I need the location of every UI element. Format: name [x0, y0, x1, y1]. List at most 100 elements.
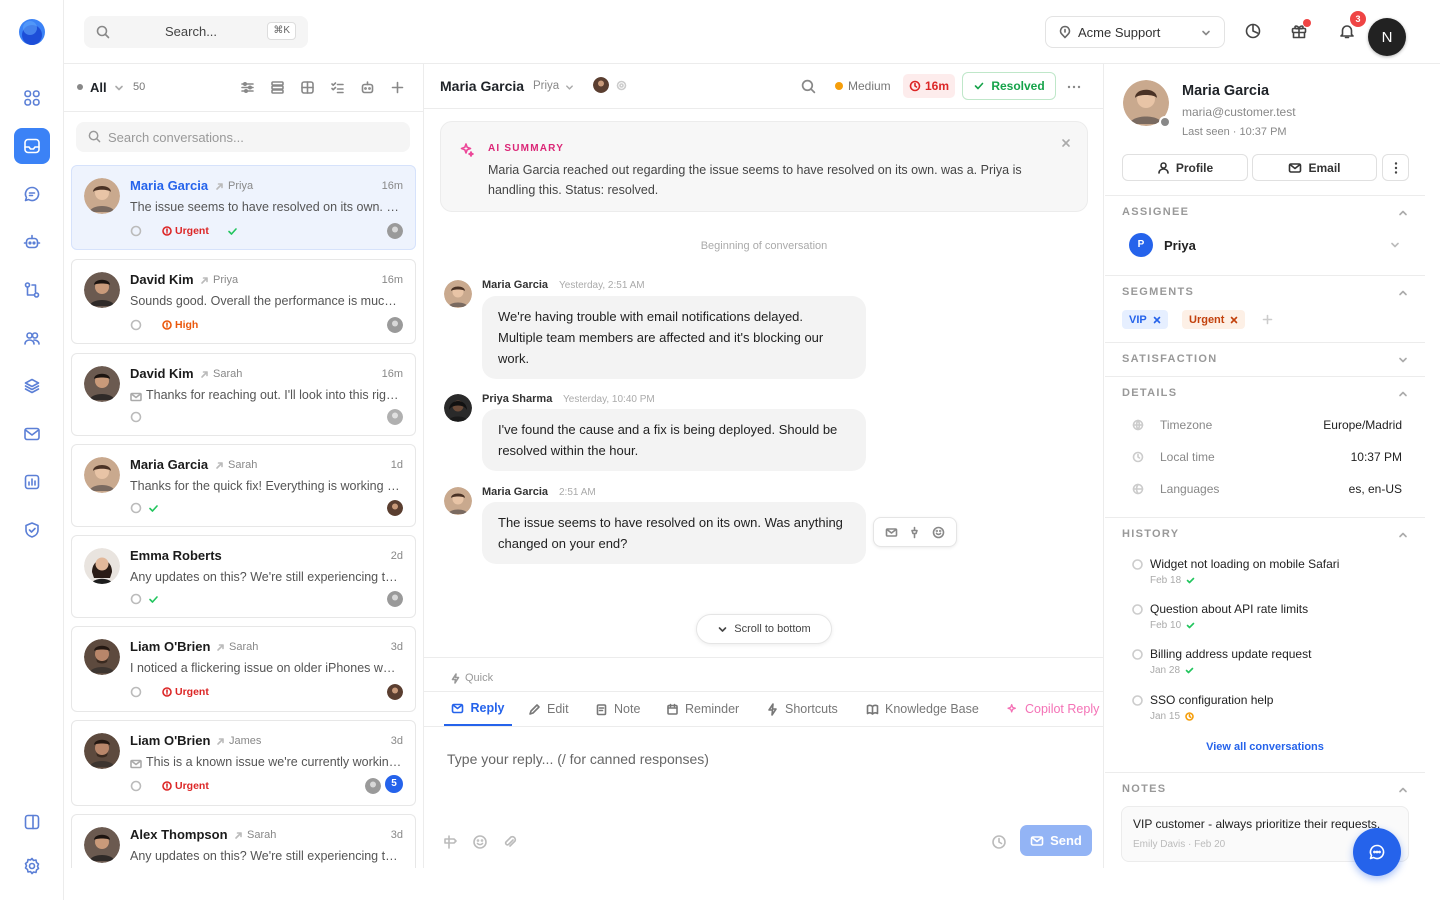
card-meta: Urgent — [130, 224, 238, 238]
tab-copilot-reply[interactable]: Copilot Reply — [1006, 692, 1099, 726]
section-history[interactable]: HISTORY — [1122, 528, 1179, 540]
grid-view-icon[interactable] — [300, 80, 315, 95]
send-button[interactable]: Send — [1020, 825, 1092, 856]
rail-campaigns-icon[interactable] — [14, 416, 50, 452]
rail-settings-icon[interactable] — [14, 848, 50, 884]
conversation-card[interactable]: Alex Thompson Sarah 3d Any updates on th… — [71, 814, 416, 868]
rail-inbox-icon[interactable] — [14, 128, 50, 164]
filter-all[interactable]: All — [90, 80, 107, 95]
quick-actions[interactable]: Quick — [450, 672, 493, 684]
conversation-assignee[interactable]: Priya — [533, 80, 559, 92]
conversation-card[interactable]: Maria Garcia Priya 16m The issue seems t… — [71, 165, 416, 250]
search-icon[interactable] — [801, 79, 816, 94]
tab-reply[interactable]: Reply — [444, 692, 512, 726]
section-segments[interactable]: SEGMENTS — [1122, 286, 1194, 298]
conversation-card[interactable]: Liam O'Brien James 3d This is a known is… — [71, 720, 416, 806]
contact-name: Emma Roberts — [130, 548, 222, 563]
rail-chat-icon[interactable] — [14, 176, 50, 212]
conversation-contact[interactable]: Maria Garcia — [440, 78, 524, 94]
rail-reports-icon[interactable] — [14, 464, 50, 500]
schedule-icon[interactable] — [991, 834, 1007, 850]
pin-icon[interactable] — [908, 526, 921, 539]
close-icon[interactable] — [1061, 138, 1071, 148]
assignee-name[interactable]: Priya — [1164, 238, 1196, 253]
rail-knowledge-icon[interactable] — [14, 368, 50, 404]
more-icon[interactable] — [1066, 79, 1082, 95]
conversation-card[interactable]: Liam O'Brien Sarah 3d I noticed a flicke… — [71, 626, 416, 712]
message-avatar — [444, 394, 472, 422]
watch-icon[interactable] — [616, 80, 627, 91]
rail-panels-icon[interactable] — [14, 804, 50, 840]
tab-edit[interactable]: Edit — [528, 692, 569, 726]
pending-clock-icon — [1185, 712, 1194, 721]
profile-button[interactable]: Profile — [1122, 154, 1248, 181]
divider — [1105, 376, 1425, 377]
preview: Sounds good. Overall the performance is … — [130, 294, 402, 308]
chevron-up-icon[interactable] — [1398, 530, 1408, 540]
workspace-selector[interactable]: Acme Support — [1045, 16, 1225, 48]
rail-contacts-icon[interactable] — [14, 320, 50, 356]
list-view-icon[interactable] — [270, 80, 285, 95]
section-satisfaction[interactable]: SATISFACTION — [1122, 353, 1217, 365]
tab-reminder[interactable]: Reminder — [666, 692, 739, 726]
divider — [1105, 772, 1425, 773]
agent-avatar — [365, 778, 381, 794]
rail-dashboard-icon[interactable] — [14, 80, 50, 116]
filter-sliders-icon[interactable] — [240, 80, 255, 95]
chevron-down-icon[interactable] — [565, 83, 574, 92]
global-search[interactable]: Search... ⌘K — [84, 16, 308, 48]
contact-email: maria@customer.test — [1182, 105, 1296, 119]
plus-icon[interactable] — [390, 80, 405, 95]
chevron-up-icon[interactable] — [1398, 785, 1408, 795]
chevron-up-icon[interactable] — [1398, 389, 1408, 399]
chevron-up-icon[interactable] — [1398, 208, 1408, 218]
emoji-icon[interactable] — [932, 526, 945, 539]
chevron-down-icon[interactable] — [1398, 355, 1408, 365]
app-logo[interactable] — [18, 16, 46, 48]
section-notes[interactable]: NOTES — [1122, 783, 1166, 795]
card-meta — [130, 501, 159, 515]
detail-row-local-time: Local time 10:37 PM — [1132, 450, 1402, 468]
user-avatar[interactable]: N — [1368, 18, 1406, 56]
resolved-button[interactable]: Resolved — [962, 72, 1056, 100]
chevron-down-icon[interactable] — [114, 83, 124, 93]
resolved-check-icon — [1186, 622, 1195, 629]
conversation-search[interactable]: Search conversations... — [76, 122, 410, 152]
reply-email-icon[interactable] — [885, 526, 898, 539]
attachment-icon[interactable] — [502, 834, 518, 850]
signpost-icon[interactable] — [442, 834, 458, 850]
priority-label[interactable]: Medium — [848, 79, 891, 93]
tab-note[interactable]: Note — [595, 692, 640, 726]
scroll-to-bottom-button[interactable]: Scroll to bottom — [696, 614, 832, 644]
tab-knowledge-base[interactable]: Knowledge Base — [866, 692, 979, 726]
rail-security-icon[interactable] — [14, 512, 50, 548]
add-segment-icon[interactable] — [1262, 314, 1273, 325]
conversation-card[interactable]: David Kim Sarah 16m Thanks for reaching … — [71, 353, 416, 436]
chevron-down-icon[interactable] — [1390, 240, 1400, 250]
assignee-name: James — [229, 735, 262, 747]
rail-workflow-icon[interactable] — [14, 272, 50, 308]
contact-name: Maria Garcia — [1182, 83, 1270, 99]
chevron-up-icon[interactable] — [1398, 288, 1408, 298]
segment-tag-urgent[interactable]: Urgent — [1182, 310, 1246, 329]
reply-input[interactable]: Type your reply... (/ for canned respons… — [447, 751, 709, 767]
emoji-icon[interactable] — [472, 834, 488, 850]
status-icon[interactable] — [1244, 22, 1262, 40]
segment-tag-vip[interactable]: VIP — [1122, 310, 1168, 329]
rail-bot-icon[interactable] — [14, 224, 50, 260]
email-button[interactable]: Email — [1252, 154, 1377, 181]
checklist-icon[interactable] — [330, 80, 345, 95]
search-icon — [88, 130, 101, 143]
assistant-fab[interactable] — [1353, 828, 1401, 876]
search-placeholder: Search... — [165, 24, 218, 39]
more-button[interactable] — [1382, 154, 1409, 181]
bot-icon[interactable] — [360, 80, 375, 95]
tab-shortcuts[interactable]: Shortcuts — [766, 692, 838, 726]
section-details[interactable]: DETAILS — [1122, 387, 1177, 399]
section-assignee[interactable]: ASSIGNEE — [1122, 206, 1189, 218]
conversation-card[interactable]: Emma Roberts 2d Any updates on this? We'… — [71, 535, 416, 618]
conversation-card[interactable]: Maria Garcia Sarah 1d Thanks for the qui… — [71, 444, 416, 527]
view-all-conversations-link[interactable]: View all conversations — [1105, 741, 1425, 753]
gift-dot — [1303, 19, 1311, 27]
conversation-card[interactable]: David Kim Priya 16m Sounds good. Overall… — [71, 259, 416, 344]
